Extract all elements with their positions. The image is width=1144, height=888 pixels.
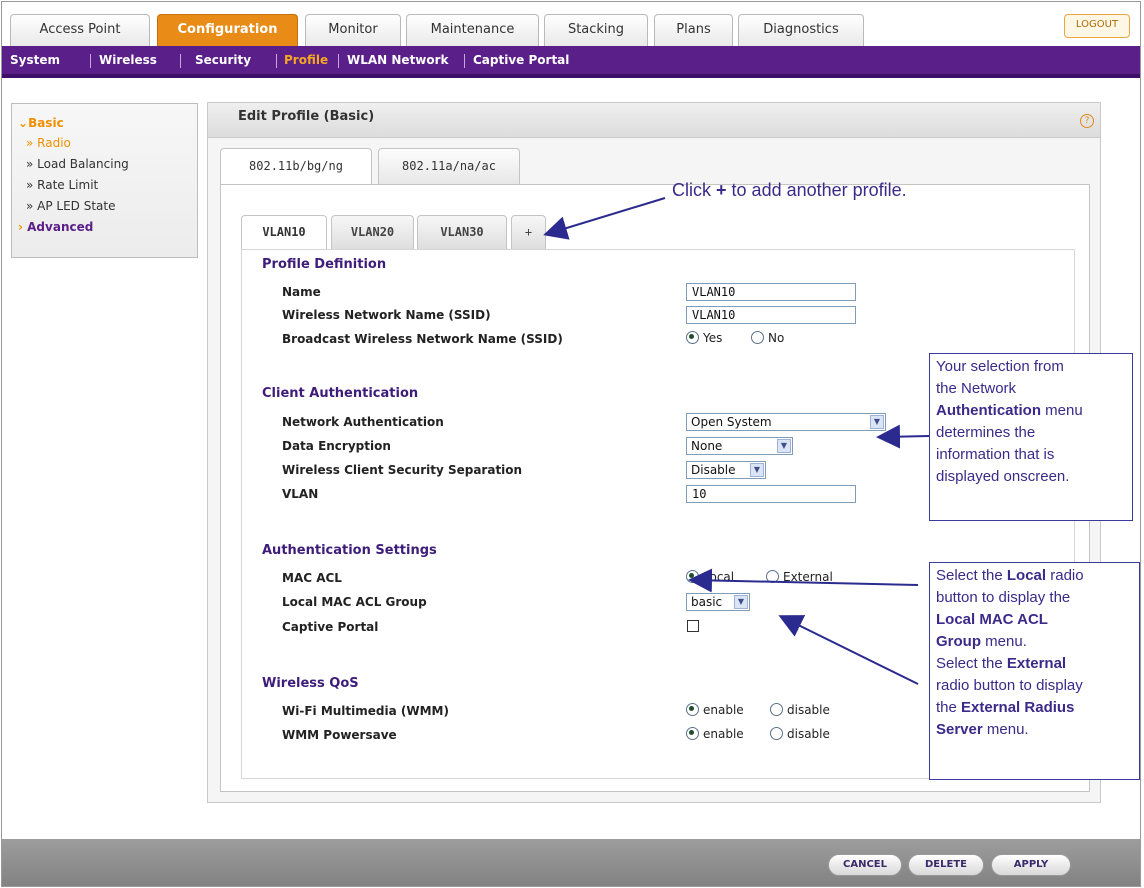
arrow-to-network-authentication xyxy=(876,424,930,449)
arrow-to-local-radio xyxy=(688,568,919,593)
arrow-to-add-tab xyxy=(543,197,666,240)
annotation-arrows xyxy=(543,197,930,685)
arrow-to-external-radio xyxy=(778,615,919,685)
app-frame: Access Point Configuration Monitor Maint… xyxy=(1,1,1141,887)
